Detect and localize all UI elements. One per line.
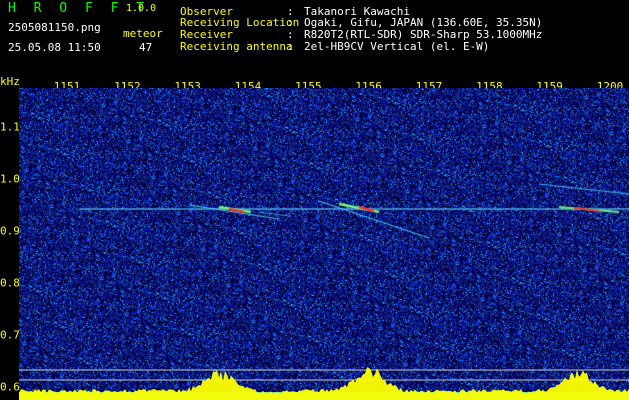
antenna-label: Receiving antenna	[180, 40, 293, 53]
location-colon: :	[287, 16, 294, 29]
receiver-colon: :	[287, 28, 294, 41]
antenna-value: 2el-HB9CV Vertical (el. E-W)	[304, 40, 490, 53]
detection-count: 47	[139, 41, 153, 54]
y-axis-unit: kHz	[0, 75, 20, 88]
y-tick-label: 0.6	[0, 380, 20, 394]
receiver-value: R820T2(RTL-SDR) SDR-Sharp 53.1000MHz	[304, 28, 543, 41]
receiver-label: Receiver	[180, 28, 233, 41]
hroft-window: H R O F F T 1.0.0 2505081150.png 25.05.0…	[0, 0, 629, 400]
y-tick-label: 1.1	[0, 120, 20, 134]
spectrum-envelope	[19, 367, 629, 400]
y-tick-label: 0.9	[0, 224, 20, 238]
app-version: 1.0.0	[126, 3, 157, 14]
y-tick-label: 0.8	[0, 276, 20, 290]
y-tick-label: 0.7	[0, 328, 20, 342]
file-name: 2505081150.png	[8, 21, 101, 34]
capture-datetime: 25.05.08 11:50	[8, 41, 101, 54]
location-value: Ogaki, Gifu, JAPAN (136.60E, 35.35N)	[304, 16, 543, 29]
y-tick-label: 1.0	[0, 172, 20, 186]
antenna-colon: :	[287, 40, 294, 53]
spectrogram-area	[19, 88, 629, 400]
spectrogram-overlay	[19, 367, 629, 400]
detection-label: meteor	[123, 27, 163, 40]
location-label: Receiving Location	[180, 16, 300, 29]
